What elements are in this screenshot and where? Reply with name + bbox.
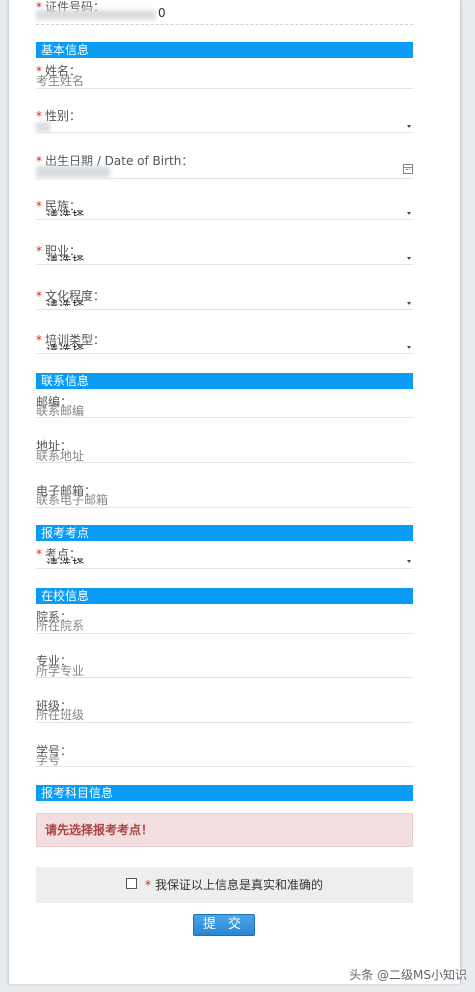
name-input-placeholder[interactable]: 考生姓名 [36, 72, 84, 89]
agreement-required-mark: * [144, 878, 151, 892]
education-underline [36, 309, 413, 310]
occupation-field[interactable]: * 职业： - 请选择 - [36, 242, 413, 268]
name-field[interactable]: * 姓名： 考生姓名 [36, 62, 413, 90]
section-exam-site: 报考考点 [36, 525, 413, 541]
email-underline [36, 507, 413, 508]
occupation-select[interactable]: - 请选择 - [36, 252, 95, 261]
student-id-underline [36, 766, 413, 767]
id-number-underline [36, 24, 413, 25]
section-subject-info: 报考科目信息 [36, 785, 413, 801]
section-school-info: 在校信息 [36, 588, 413, 604]
exam-site-warning: 请先选择报考考点！ [36, 813, 413, 847]
exam-site-underline [36, 568, 413, 569]
training-type-underline [36, 353, 413, 354]
id-number-redacted [36, 10, 156, 20]
chevron-down-icon[interactable] [407, 125, 411, 128]
email-field[interactable]: 电子邮箱： 联系电子邮箱 [36, 482, 413, 508]
chevron-down-icon[interactable] [407, 302, 411, 305]
id-number-field[interactable]: * 证件号码： 0 [36, 0, 413, 26]
major-field[interactable]: 专业： 所学专业 [36, 652, 413, 678]
section-basic-info: 基本信息 [36, 42, 413, 58]
postcode-field[interactable]: 邮编： 联系邮编 [36, 393, 413, 419]
name-underline [36, 88, 413, 89]
ethnicity-field[interactable]: * 民族： - 请选择 - [36, 197, 413, 223]
email-input-placeholder[interactable]: 联系电子邮箱 [36, 491, 108, 508]
class-input-placeholder[interactable]: 所在班级 [36, 706, 84, 723]
gender-field[interactable]: * 性别： [36, 107, 413, 135]
chevron-down-icon[interactable] [407, 257, 411, 260]
birth-date-field[interactable]: * 出生日期 / Date of Birth： [36, 152, 413, 180]
class-underline [36, 722, 413, 723]
gender-underline [36, 132, 413, 133]
address-field[interactable]: 地址： 联系地址 [36, 437, 413, 463]
ethnicity-select[interactable]: - 请选择 - [36, 207, 95, 216]
agreement-checkbox[interactable] [125, 877, 137, 889]
education-select[interactable]: - 请选择 - [36, 297, 95, 306]
department-underline [36, 633, 413, 634]
gender-value-redacted [36, 122, 50, 132]
exam-site-field[interactable]: * 考点： - 请选择 - [36, 545, 413, 571]
chevron-down-icon[interactable] [407, 212, 411, 215]
department-input-placeholder[interactable]: 所在院系 [36, 617, 84, 634]
training-type-field[interactable]: * 培训类型： - 请选择 - [36, 331, 413, 357]
id-number-value-tail: 0 [158, 6, 166, 20]
calendar-icon[interactable] [403, 164, 413, 174]
submit-button[interactable]: 提 交 [193, 914, 255, 936]
chevron-down-icon[interactable] [407, 346, 411, 349]
agreement-text: 我保证以上信息是真实和准确的 [154, 878, 323, 892]
section-contact-info: 联系信息 [36, 373, 413, 389]
exam-site-select[interactable]: - 请选择 - [36, 555, 95, 564]
ethnicity-underline [36, 219, 413, 220]
major-underline [36, 677, 413, 678]
training-type-select[interactable]: - 请选择 - [36, 341, 95, 350]
student-id-field[interactable]: 学号： 学号 [36, 742, 413, 768]
address-underline [36, 462, 413, 463]
agreement-box: * 我保证以上信息是真实和准确的 [36, 867, 413, 903]
postcode-underline [36, 417, 413, 418]
class-field[interactable]: 班级： 所在班级 [36, 697, 413, 723]
birth-date-underline [36, 178, 413, 179]
education-field[interactable]: * 文化程度： - 请选择 - [36, 287, 413, 313]
watermark: 头条 @二级MS小知识 [349, 968, 467, 982]
chevron-down-icon[interactable] [407, 560, 411, 563]
department-field[interactable]: 院系： 所在院系 [36, 608, 413, 634]
birth-date-redacted [36, 166, 110, 178]
occupation-underline [36, 264, 413, 265]
